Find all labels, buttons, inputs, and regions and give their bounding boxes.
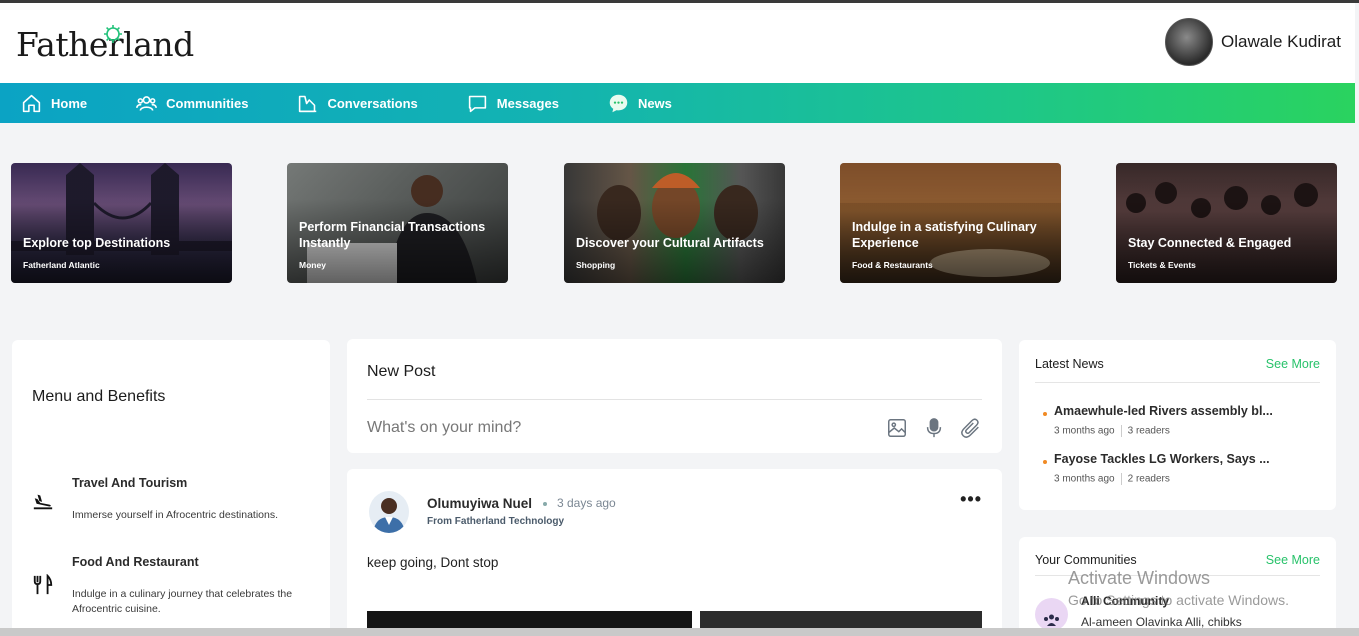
nav-label: Conversations: [327, 95, 418, 111]
benefit-description: Immerse yourself in Afrocentric destinat…: [72, 509, 279, 521]
feature-card-destinations[interactable]: Explore top Destinations Fatherland Atla…: [11, 163, 232, 283]
news-title[interactable]: Amaewhule-led Rivers assembly bl...: [1054, 404, 1273, 418]
main-nav: Home Communities Conversations Messages …: [0, 83, 1355, 123]
benefit-title: Food And Restaurant: [72, 555, 199, 569]
latest-news-panel: Latest News See More Amaewhule-led River…: [1019, 340, 1336, 510]
see-more-news-link[interactable]: See More: [1266, 357, 1320, 371]
watermark-title: Activate Windows: [1068, 568, 1211, 588]
nav-label: Home: [51, 95, 88, 111]
feature-card-culture[interactable]: Discover your Cultural Artifacts Shoppin…: [564, 163, 785, 283]
post-source[interactable]: From Fatherland Technology: [427, 516, 564, 527]
benefit-description: Indulge in a culinary journey that celeb…: [72, 588, 293, 615]
nav-label: News: [637, 95, 672, 111]
fork-knife-icon: [33, 574, 53, 595]
news-date: 3 months ago: [1054, 425, 1115, 437]
watermark-subtitle: Go to Settings to activate Windows.: [1068, 592, 1289, 608]
card-subtitle: Money: [299, 260, 326, 270]
plane-landing-icon: [33, 494, 53, 510]
divider: [1035, 382, 1320, 383]
card-subtitle: Shopping: [576, 260, 616, 270]
activate-windows-watermark: Activate Windows Go to Settings to activ…: [1068, 568, 1289, 608]
panel-title: Your Communities: [1035, 553, 1137, 567]
benefit-title: Travel And Tourism: [72, 476, 188, 490]
news-readers: 3 readers: [1127, 425, 1170, 437]
news-meta: 3 months ago 3 readers: [1054, 425, 1170, 437]
divider: [367, 399, 982, 400]
feature-card-culinary[interactable]: Indulge in a satisfying Culinary Experie…: [840, 163, 1061, 283]
site-header: Fatherland Olawale Kudirat: [0, 3, 1355, 83]
menu-benefits-panel: Menu and Benefits Travel And Tourism Imm…: [12, 340, 330, 636]
panel-title: Menu and Benefits: [32, 388, 166, 405]
feed-post: Olumuyiwa Nuel 3 days ago From Fatherlan…: [347, 469, 1002, 636]
person-avatar-illustration: [373, 498, 405, 533]
image-icon[interactable]: [886, 417, 908, 439]
news-title[interactable]: Fayose Tackles LG Workers, Says ...: [1054, 452, 1270, 466]
conversations-icon: [299, 95, 317, 112]
post-author[interactable]: Olumuyiwa Nuel: [427, 496, 532, 511]
users-icon: [136, 95, 158, 111]
microphone-icon[interactable]: [923, 417, 945, 439]
post-attachment-toolbar: [886, 417, 982, 439]
community-members: Al-ameen Olavinka Alli, chibks: [1081, 615, 1242, 629]
horizontal-scrollbar[interactable]: [0, 628, 1359, 636]
community-avatar[interactable]: [1035, 598, 1068, 631]
message-icon: [468, 95, 486, 112]
post-input[interactable]: What's on your mind?: [367, 419, 521, 437]
separator-dot: [543, 502, 547, 506]
nav-item-communities[interactable]: Communities: [136, 93, 248, 114]
nav-item-messages[interactable]: Messages: [467, 93, 559, 114]
paperclip-icon[interactable]: [960, 417, 982, 439]
news-bullet: [1043, 412, 1047, 416]
card-title: Perform Financial Transactions Instantly: [299, 220, 486, 250]
nav-item-news[interactable]: News: [608, 93, 672, 114]
card-subtitle: Fatherland Atlantic: [23, 260, 100, 270]
see-more-communities-link[interactable]: See More: [1266, 553, 1320, 567]
logo-swirl-icon: [104, 25, 122, 43]
news-bullet: [1043, 460, 1047, 464]
author-avatar[interactable]: [369, 491, 409, 533]
feature-cards: Explore top Destinations Fatherland Atla…: [11, 163, 1337, 283]
card-title: Stay Connected & Engaged: [1128, 236, 1292, 250]
panel-title: New Post: [367, 363, 436, 380]
post-timestamp: 3 days ago: [557, 496, 616, 510]
user-avatar[interactable]: [1164, 18, 1213, 66]
feature-card-finance[interactable]: Perform Financial Transactions Instantly…: [287, 163, 508, 283]
nav-label: Messages: [496, 95, 559, 111]
card-subtitle: Tickets & Events: [1128, 260, 1196, 270]
post-text: keep going, Dont stop: [367, 555, 499, 570]
home-icon: [22, 94, 41, 112]
user-name[interactable]: Olawale Kudirat: [1221, 32, 1341, 52]
card-title: Explore top Destinations: [23, 236, 171, 250]
card-title: Discover your Cultural Artifacts: [576, 236, 764, 250]
news-chat-icon: [609, 94, 628, 112]
user-menu[interactable]: Olawale Kudirat: [1164, 18, 1341, 66]
nav-item-conversations[interactable]: Conversations: [297, 93, 418, 114]
feature-card-events[interactable]: Stay Connected & Engaged Tickets & Event…: [1116, 163, 1337, 283]
nav-label: Communities: [166, 95, 249, 111]
news-readers: 2 readers: [1127, 473, 1170, 485]
more-options-icon[interactable]: •••: [960, 489, 982, 510]
news-meta: 3 months ago 2 readers: [1054, 473, 1170, 485]
card-title: Indulge in a satisfying Culinary Experie…: [852, 220, 1037, 250]
panel-title: Latest News: [1035, 357, 1104, 371]
nav-item-home[interactable]: Home: [21, 93, 87, 114]
card-subtitle: Food & Restaurants: [852, 260, 933, 270]
news-date: 3 months ago: [1054, 473, 1115, 485]
new-post-panel: New Post What's on your mind?: [347, 339, 1002, 453]
group-icon: [1044, 614, 1059, 626]
